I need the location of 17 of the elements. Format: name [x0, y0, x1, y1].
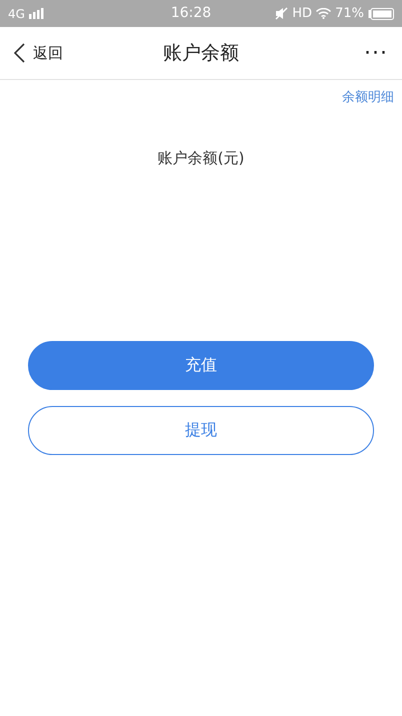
back-label: 返回: [33, 42, 63, 64]
more-button[interactable]: ···: [364, 36, 388, 70]
balance-label: 账户余额(元): [158, 148, 244, 166]
back-button[interactable]: 返回: [14, 42, 104, 64]
network-label: 4G: [8, 6, 25, 22]
recharge-button[interactable]: 充值: [28, 340, 374, 390]
mute-icon: [275, 7, 288, 20]
signal-icon: [28, 8, 45, 19]
clock: 16:28: [170, 4, 212, 23]
back-icon: [14, 43, 25, 63]
withdraw-button[interactable]: 提现: [28, 406, 374, 454]
balance-detail-link[interactable]: 余额明细: [342, 88, 394, 108]
hd-label: HD: [292, 4, 312, 23]
battery-percent: 71%: [335, 4, 364, 23]
page-title: 账户余额: [163, 40, 239, 66]
battery-icon: [368, 8, 394, 20]
wifi-icon: [316, 8, 332, 19]
